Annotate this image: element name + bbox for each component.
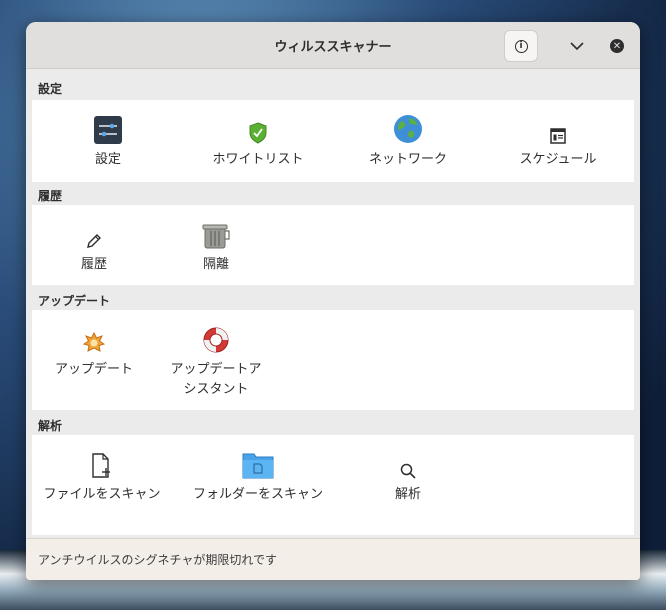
titlebar: ウィルススキャナー i ✕	[26, 22, 640, 69]
analysis-panel: ファイルをスキャン フォルダーをスキャン 解析	[32, 435, 634, 535]
update-star-icon	[83, 332, 105, 352]
update-button[interactable]: アップデート	[26, 324, 164, 380]
analysis-button[interactable]: 解析	[338, 449, 478, 505]
scan-file-label: ファイルをスキャン	[43, 487, 161, 502]
update-label: アップデート	[54, 362, 133, 377]
status-message: アンチウイルスのシグネチャが期限切れです	[38, 553, 278, 567]
folder-icon	[242, 453, 274, 479]
history-button[interactable]: 履歴	[26, 219, 164, 275]
pencil-icon	[87, 234, 101, 248]
shield-check-icon	[249, 122, 267, 144]
file-add-icon	[92, 453, 110, 478]
settings-sliders-icon	[94, 116, 122, 144]
lifebuoy-icon	[203, 327, 229, 353]
update-assistant-button[interactable]: アップデートアシスタント	[146, 324, 286, 400]
quarantine-label: 隔離	[202, 257, 229, 272]
trash-bin-icon	[202, 224, 230, 249]
update-panel: アップデート アップデートアシスタント	[32, 310, 634, 410]
minimize-button[interactable]	[560, 30, 594, 62]
section-title-update: アップデート	[38, 294, 111, 308]
scan-file-button[interactable]: ファイルをスキャン	[32, 449, 172, 505]
schedule-button[interactable]: スケジュール	[488, 114, 628, 170]
globe-icon	[394, 115, 422, 143]
whitelist-button[interactable]: ホワイトリスト	[188, 114, 328, 170]
close-button[interactable]: ✕	[600, 30, 634, 62]
network-label: ネットワーク	[368, 152, 447, 167]
analysis-label: 解析	[394, 487, 421, 502]
schedule-label: スケジュール	[519, 152, 597, 167]
history-panel: 履歴 隔離	[32, 205, 634, 285]
settings-button[interactable]: 設定	[38, 114, 178, 170]
whitelist-label: ホワイトリスト	[212, 152, 304, 167]
close-icon: ✕	[610, 39, 624, 53]
scan-folder-label: フォルダーをスキャン	[193, 487, 324, 502]
settings-label: 設定	[94, 152, 121, 167]
settings-panel: 設定 ホワイトリスト ネットワーク スケジュール	[32, 100, 634, 182]
update-assistant-label: アップデートアシスタント	[170, 362, 262, 397]
main-content: 設定 設定 ホワイトリスト ネットワーク スケジュール 履歴 履歴 隔離 アップ…	[26, 70, 640, 580]
history-label: 履歴	[80, 257, 107, 272]
section-title-history: 履歴	[38, 189, 63, 203]
schedule-icon	[550, 128, 566, 144]
search-icon	[400, 463, 416, 479]
section-title-analysis: 解析	[38, 419, 63, 433]
network-button[interactable]: ネットワーク	[338, 114, 478, 170]
info-icon: i	[514, 39, 528, 53]
section-title-settings: 設定	[38, 82, 63, 96]
status-bar: アンチウイルスのシグネチャが期限切れです	[26, 538, 640, 580]
chevron-down-icon	[570, 41, 584, 50]
window-title: ウィルススキャナー	[274, 39, 392, 55]
about-button[interactable]: i	[504, 30, 538, 62]
app-window: ウィルススキャナー i ✕ 設定 設定 ホワイトリスト ネットワーク スケジュー…	[26, 22, 640, 580]
quarantine-button[interactable]: 隔離	[146, 219, 286, 275]
scan-folder-button[interactable]: フォルダーをスキャン	[188, 449, 328, 505]
